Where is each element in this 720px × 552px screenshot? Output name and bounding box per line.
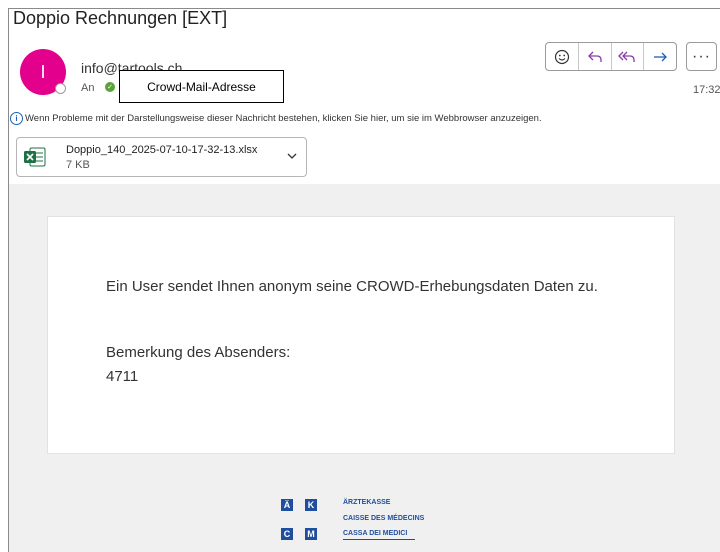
logo-line-1: ÄRZTEKASSE: [343, 499, 391, 506]
emoji-button[interactable]: [546, 43, 579, 70]
logo-letter-ae: Ä: [281, 499, 293, 511]
verified-check-icon: ✓: [105, 82, 115, 92]
info-bar[interactable]: i Wenn Probleme mit der Darstellungsweis…: [10, 112, 542, 125]
attachment-card[interactable]: Doppio_140_2025-07-10-17-32-13.xlsx 7 KB: [16, 137, 307, 177]
reply-icon: [587, 51, 602, 62]
info-text: Wenn Probleme mit der Darstellungsweise …: [25, 113, 542, 124]
reply-all-icon: [618, 51, 636, 62]
attachment-size: 7 KB: [66, 159, 90, 171]
logo-line-3: CASSA DEI MEDICI: [343, 530, 408, 537]
email-reading-pane: Doppio Rechnungen [EXT] I info@tartools.…: [8, 8, 720, 552]
presence-status-icon: [55, 83, 66, 94]
received-time: 17:32: [693, 84, 720, 96]
reply-button[interactable]: [579, 43, 612, 70]
more-actions-button[interactable]: ···: [686, 42, 717, 71]
to-label: An: [81, 82, 95, 94]
forward-icon: [654, 52, 668, 61]
annotation-callout: Crowd-Mail-Adresse: [119, 70, 284, 103]
aerztekasse-logo: Ä K C M ÄRZTEKASSE CAISSE DES MÉDECINS C…: [281, 499, 451, 549]
logo-letter-m: M: [305, 528, 317, 540]
logo-letter-k: K: [305, 499, 317, 511]
info-icon: i: [10, 112, 23, 125]
logo-letter-c: C: [281, 528, 293, 540]
forward-button[interactable]: [644, 43, 676, 70]
message-actions: [545, 42, 677, 71]
message-card: Ein User sendet Ihnen anonym seine CROWD…: [47, 216, 675, 454]
excel-icon: [24, 147, 46, 167]
message-line-2: Bemerkung des Absenders:: [106, 344, 291, 361]
reply-all-button[interactable]: [612, 43, 645, 70]
email-subject: Doppio Rechnungen [EXT]: [13, 8, 228, 28]
avatar-initial: I: [40, 61, 46, 82]
message-line-3: 4711: [106, 368, 139, 385]
logo-line-2: CAISSE DES MÉDECINS: [343, 515, 425, 522]
emoji-icon: [554, 49, 569, 64]
attachment-name: Doppio_140_2025-07-10-17-32-13.xlsx: [66, 144, 258, 156]
logo-divider: [343, 539, 415, 540]
chevron-down-icon[interactable]: [286, 150, 298, 162]
message-line-1: Ein User sendet Ihnen anonym seine CROWD…: [106, 278, 598, 295]
